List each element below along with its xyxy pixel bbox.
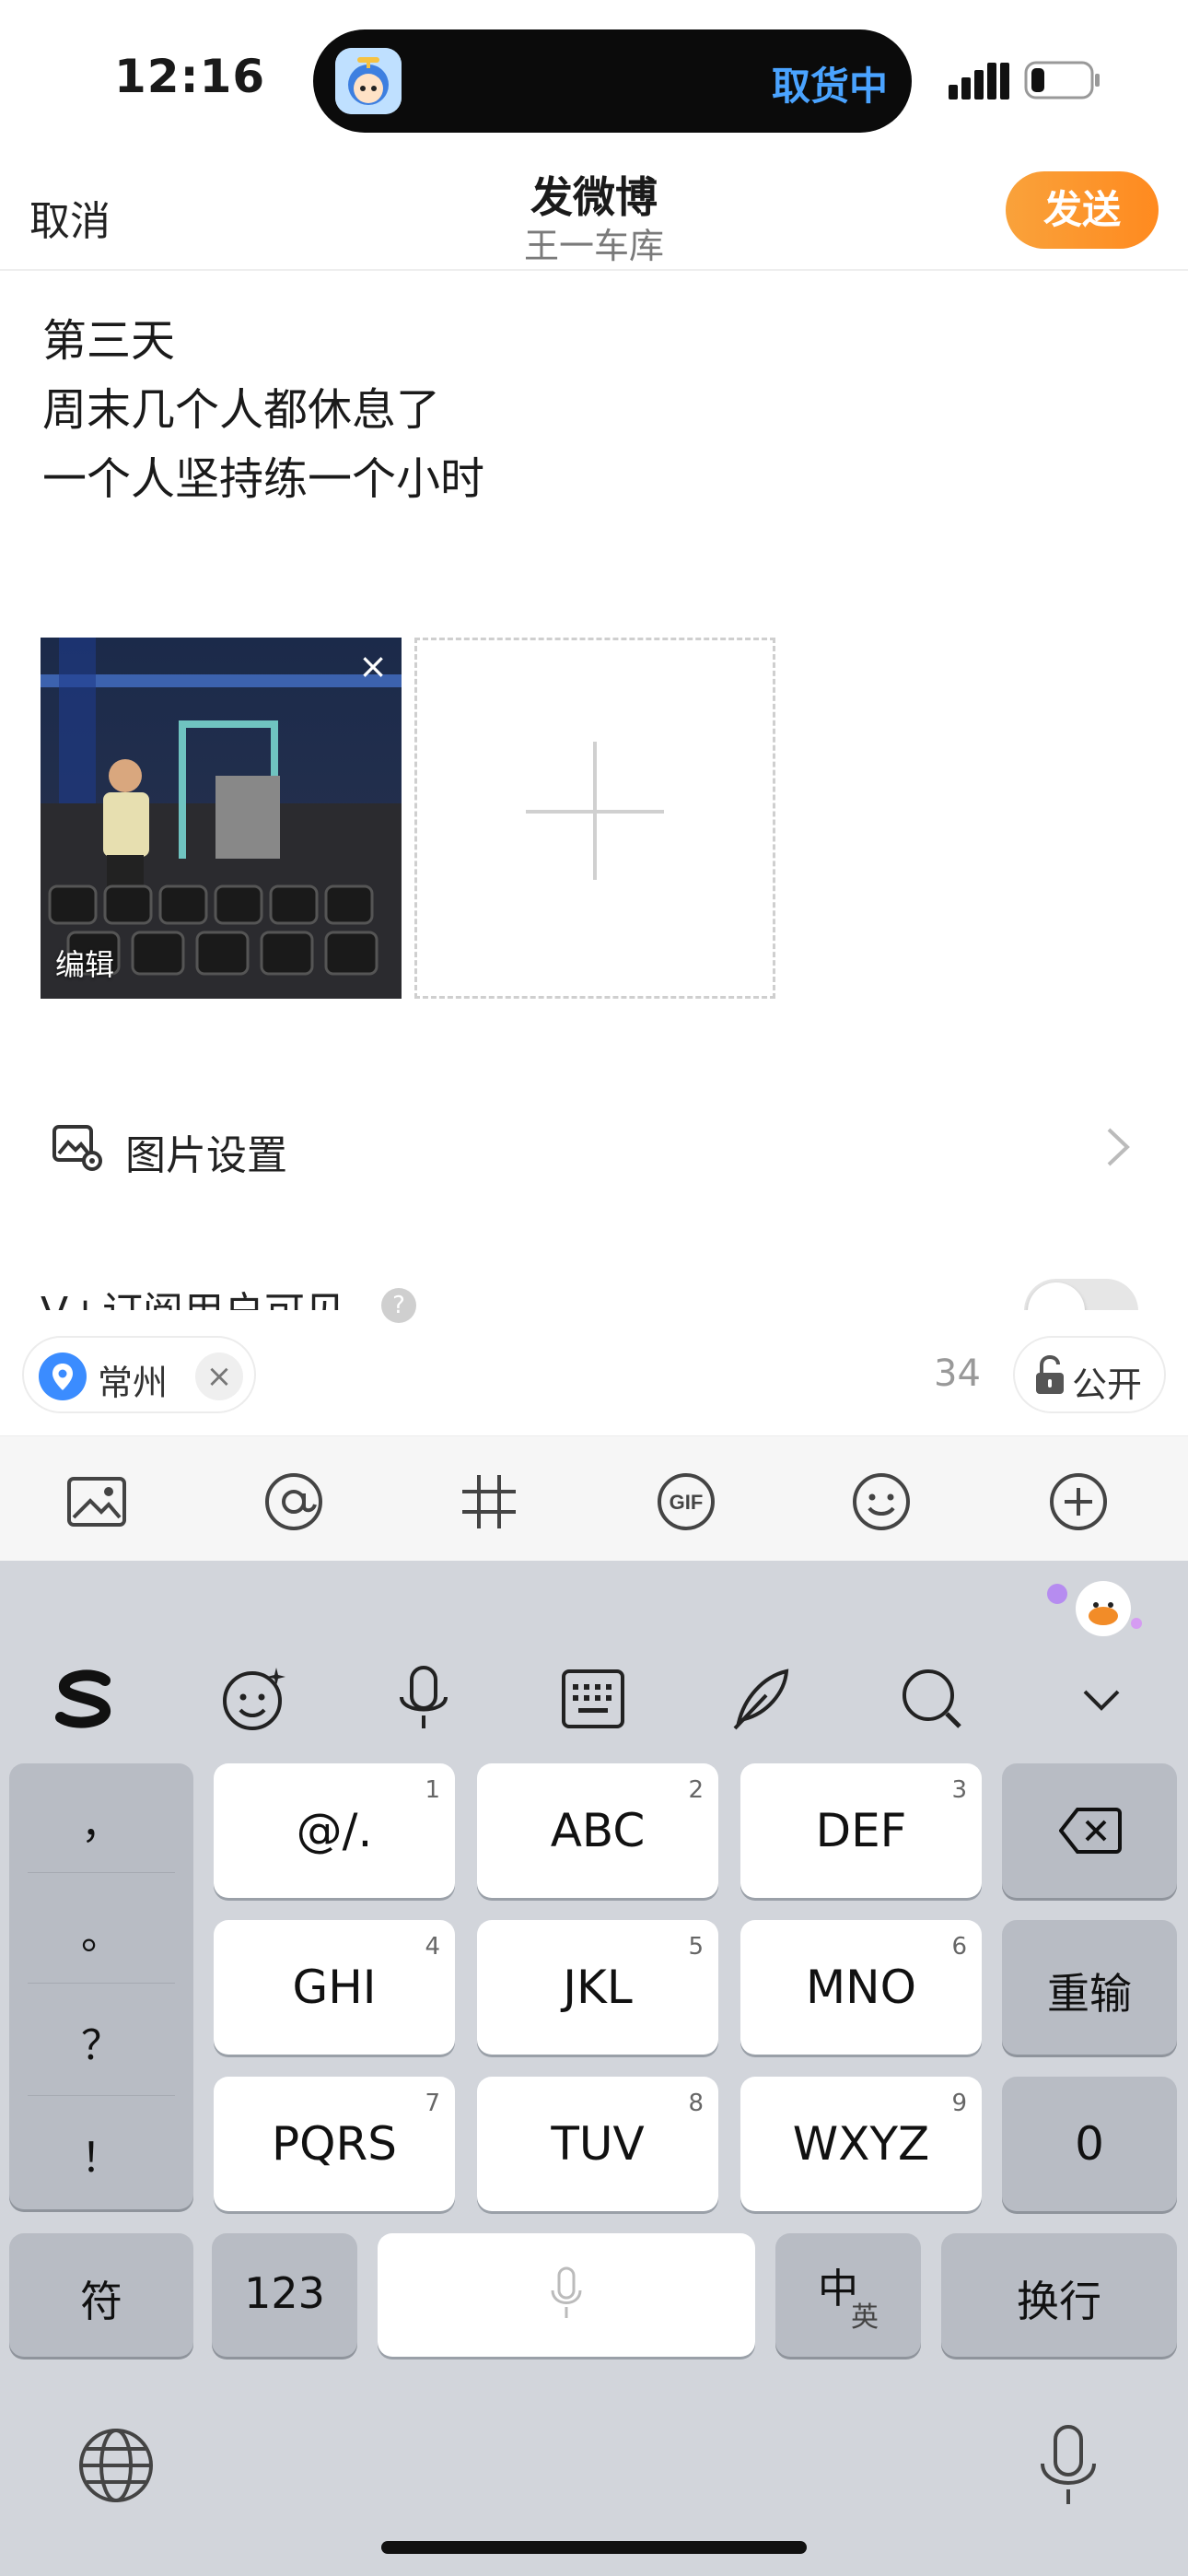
vplus-toggle[interactable]: [1024, 1279, 1138, 1310]
plus-circle-icon[interactable]: [1046, 1469, 1111, 1534]
help-icon[interactable]: ?: [381, 1288, 416, 1323]
globe-icon[interactable]: [77, 2427, 155, 2504]
header-divider: [0, 269, 1188, 271]
character-count: 34: [934, 1352, 981, 1395]
key-5[interactable]: JKL 5: [477, 1920, 718, 2055]
attached-photo[interactable]: × 编辑: [41, 638, 402, 999]
space-key[interactable]: [378, 2233, 755, 2357]
dictation-mic-icon[interactable]: [1037, 2423, 1100, 2508]
newline-key[interactable]: 换行: [941, 2233, 1177, 2357]
visibility-label: 公开: [1072, 1364, 1143, 1405]
delivery-status-text: 取货中: [771, 64, 888, 109]
add-photo-button[interactable]: [414, 638, 775, 999]
app-avatar-icon: [335, 48, 402, 114]
backspace-icon: [1059, 1808, 1122, 1854]
chevron-right-icon[interactable]: [1105, 1126, 1131, 1168]
punct-comma-key[interactable]: ，: [9, 1791, 193, 1850]
handwriting-icon[interactable]: [726, 1662, 799, 1736]
location-pin-icon: [39, 1352, 87, 1400]
emoji-plus-icon[interactable]: [217, 1662, 291, 1736]
emoji-icon[interactable]: [849, 1469, 914, 1534]
space-mic-icon: [551, 2266, 582, 2318]
keyboard-toolbar: [0, 1561, 1188, 1758]
key-6[interactable]: MNO 6: [740, 1920, 982, 2055]
language-switch-key[interactable]: 中 英: [775, 2233, 921, 2357]
gif-icon[interactable]: GIF: [654, 1469, 718, 1534]
key-9[interactable]: WXYZ 9: [740, 2077, 982, 2211]
remove-location-icon[interactable]: ×: [195, 1352, 243, 1400]
svg-text:GIF: GIF: [670, 1491, 704, 1514]
key-2[interactable]: ABC 2: [477, 1763, 718, 1898]
sogou-logo-icon[interactable]: [48, 1662, 122, 1736]
image-icon[interactable]: [64, 1469, 129, 1534]
retype-key[interactable]: 重输: [1002, 1920, 1177, 2055]
lock-icon: [1036, 1354, 1064, 1394]
status-time: 12:16: [114, 50, 266, 103]
post-text-line[interactable]: 周末几个人都休息了: [42, 373, 440, 438]
send-button[interactable]: 发送: [1006, 171, 1159, 249]
home-indicator[interactable]: [381, 2541, 807, 2554]
location-chip[interactable]: 常州 ×: [22, 1336, 256, 1413]
signal-icon: [949, 63, 1009, 100]
compose-toolbar: GIF: [0, 1435, 1188, 1561]
number-key[interactable]: 123: [212, 2233, 357, 2357]
keyboard-icon[interactable]: [556, 1662, 630, 1736]
punctuation-column: ， 。 ？ ！: [9, 1763, 193, 2209]
vplus-visibility-label: V+订阅用户可见: [41, 1279, 345, 1310]
at-icon[interactable]: [262, 1469, 326, 1534]
remove-photo-icon[interactable]: ×: [352, 645, 394, 687]
zero-key[interactable]: 0: [1002, 2077, 1177, 2211]
image-settings-label[interactable]: 图片设置: [125, 1122, 287, 1181]
location-city: 常州: [98, 1363, 169, 1403]
key-8[interactable]: TUV 8: [477, 2077, 718, 2211]
mascot-icon[interactable]: [1041, 1570, 1142, 1644]
key-3[interactable]: DEF 3: [740, 1763, 982, 1898]
key-1[interactable]: @/. 1: [214, 1763, 455, 1898]
collapse-icon[interactable]: [1065, 1662, 1138, 1736]
hashtag-icon[interactable]: [457, 1469, 521, 1534]
punct-exclaim-key[interactable]: ！: [9, 2125, 193, 2184]
voice-icon[interactable]: [387, 1662, 460, 1736]
key-4[interactable]: GHI 4: [214, 1920, 455, 2055]
symbol-key[interactable]: 符: [9, 2233, 193, 2357]
post-text-line[interactable]: 一个人坚持练一个小时: [42, 442, 484, 507]
backspace-key[interactable]: [1002, 1763, 1177, 1898]
dynamic-island[interactable]: 取货中: [313, 29, 912, 133]
keyboard: ， 。 ？ ！ @/. 1 ABC 2 DEF 3 GHI 4 JKL 5 MN…: [0, 1561, 1188, 2576]
punct-question-key[interactable]: ？: [9, 2012, 193, 2071]
image-settings-icon: [52, 1125, 102, 1171]
search-icon[interactable]: [895, 1662, 969, 1736]
key-7[interactable]: PQRS 7: [214, 2077, 455, 2211]
battery-icon: [1024, 61, 1100, 100]
post-text-line[interactable]: 第三天: [42, 304, 175, 369]
edit-photo-button[interactable]: 编辑: [55, 942, 114, 984]
visibility-button[interactable]: 公开: [1013, 1336, 1166, 1413]
punct-period-key[interactable]: 。: [9, 1902, 193, 1961]
